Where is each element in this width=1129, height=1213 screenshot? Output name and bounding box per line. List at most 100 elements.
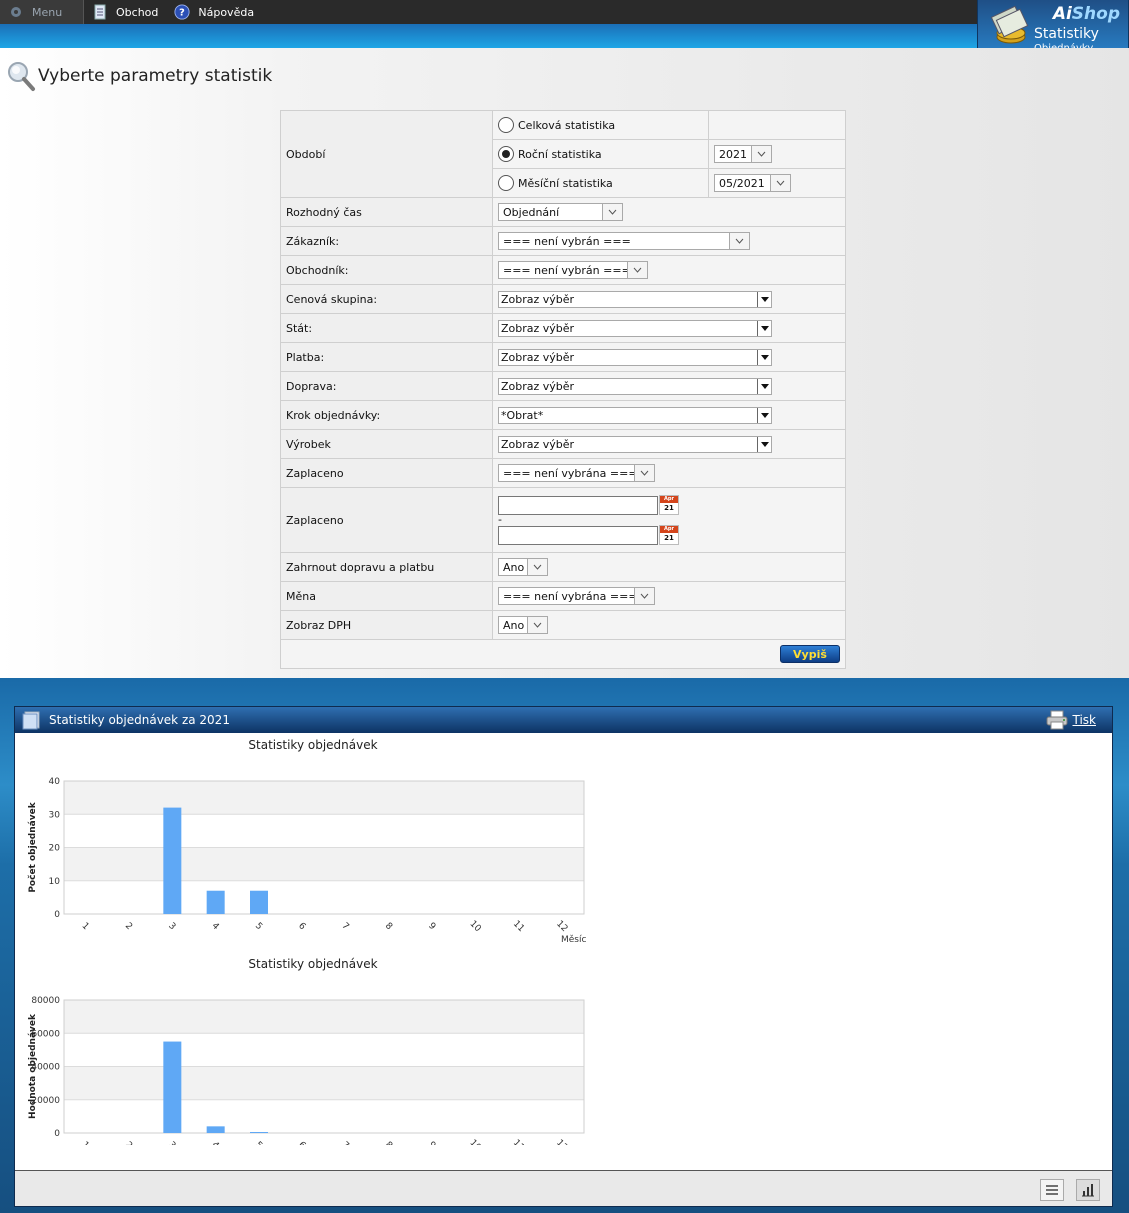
x-tick-label: 8 [383, 1140, 394, 1145]
decisive-time-select[interactable]: Objednání [498, 203, 623, 221]
product-value: Zobraz výběr [501, 437, 575, 451]
country-select[interactable]: Zobraz výběr [498, 319, 772, 337]
currency-select[interactable]: === není vybrána === [498, 587, 655, 605]
list-view-button[interactable] [1040, 1179, 1064, 1201]
y-tick-label: 40 [49, 777, 61, 787]
bar [250, 890, 268, 914]
product-cell: Zobraz výběr [492, 429, 846, 459]
vat-select[interactable]: Ano [498, 616, 548, 634]
payment-value: Zobraz výběr [501, 350, 575, 364]
x-tick-label: 10 [467, 919, 482, 934]
customer-value: === není vybrán === [503, 234, 631, 248]
triangle-down-icon [757, 436, 771, 452]
radio-month-cell: Měsíční statistika [492, 168, 709, 198]
print-link[interactable]: Tisk [1045, 710, 1097, 730]
product-label: Výrobek [280, 429, 493, 459]
chart-band [64, 1000, 584, 1034]
x-tick-label: 7 [340, 921, 351, 932]
brand-title: Statistiky [1034, 26, 1099, 42]
month-select[interactable]: 05/2021 [714, 174, 791, 192]
triangle-down-icon [757, 320, 771, 336]
shop-menu-item[interactable]: Obchod [84, 0, 166, 24]
period-label: Období [280, 110, 493, 198]
price-group-value: Zobraz výběr [501, 292, 575, 306]
radio-total[interactable]: Celková statistika [498, 111, 703, 139]
decisive-time-value: Objednání [503, 205, 560, 219]
chevron-down-icon [602, 204, 622, 220]
chevron-down-icon [627, 262, 647, 278]
price-group-cell: Zobraz výběr [492, 284, 846, 314]
panel-title: Statistiky objednávek za 2021 [49, 713, 230, 727]
y-axis-label: Počet objednávek [27, 801, 38, 892]
shipping-select[interactable]: Zobraz výběr [498, 377, 772, 395]
x-tick-label: 10 [467, 1138, 482, 1145]
x-tick-label: 6 [296, 921, 307, 932]
order-step-value: *Obrat* [501, 408, 544, 422]
radio-year[interactable]: Roční statistika [498, 140, 703, 168]
x-tick-label: 5 [253, 921, 264, 932]
paid-label: Zaplaceno [280, 458, 493, 488]
bar [250, 1132, 268, 1133]
chart-area: Statistiky objednávek 0 10 20 30 40 1 2 3 4 5 6 7 8 9 1… [15, 733, 1112, 1164]
svg-text:?: ? [180, 8, 186, 19]
payment-label: Platba: [280, 342, 493, 372]
panel-header: Statistiky objednávek za 2021 Tisk [15, 707, 1112, 733]
radio-year-button[interactable] [498, 146, 514, 162]
radio-month[interactable]: Měsíční statistika [498, 169, 703, 197]
money-icon [990, 5, 1029, 44]
order-step-cell: *Obrat* [492, 400, 846, 430]
chart-view-button[interactable] [1076, 1179, 1100, 1201]
stats-panel: Statistiky objednávek za 2021 Tisk Stati… [14, 706, 1113, 1207]
y-tick-label: 30 [49, 810, 61, 820]
chevron-down-icon [634, 465, 654, 481]
y-tick-label: 10 [49, 877, 61, 887]
shipping-cell: Zobraz výběr [492, 371, 846, 401]
include-shipping-select[interactable]: Ano [498, 558, 548, 576]
radio-total-cell: Celková statistika [492, 110, 709, 140]
help-menu-item[interactable]: ? Nápověda [166, 0, 262, 24]
date-to-input[interactable] [498, 525, 658, 545]
paid-cell: === není vybrána === [492, 458, 846, 488]
date-from-input[interactable] [498, 495, 658, 515]
triangle-down-icon [757, 349, 771, 365]
decisive-time-label: Rozhodný čas [280, 197, 493, 227]
x-tick-label: 8 [383, 921, 394, 932]
help-icon: ? [174, 4, 190, 20]
calendar-icon[interactable]: Apr 21 [659, 525, 679, 545]
calendar-icon[interactable]: Apr 21 [659, 495, 679, 515]
currency-value: === není vybrána === [503, 589, 638, 603]
empty-cell [708, 110, 846, 140]
price-group-select[interactable]: Zobraz výběr [498, 290, 772, 308]
payment-select[interactable]: Zobraz výběr [498, 348, 772, 366]
y-tick-label: 20 [49, 844, 61, 854]
menu-button[interactable]: Menu [0, 0, 84, 24]
include-shipping-value: Ano [503, 560, 525, 574]
results-area: Statistiky objednávek za 2021 Tisk Stati… [0, 678, 1129, 1213]
print-label: Tisk [1072, 713, 1097, 727]
document-stack-icon [22, 711, 40, 730]
triangle-down-icon [757, 291, 771, 307]
product-select[interactable]: Zobraz výběr [498, 435, 772, 453]
x-tick-label: 9 [426, 1140, 437, 1145]
page-heading: Vyberte parametry statistik [6, 60, 272, 92]
x-tick-label: 3 [166, 1140, 177, 1145]
year-select[interactable]: 2021 [714, 145, 772, 163]
date-from-row: Apr 21 [498, 495, 840, 515]
radio-total-button[interactable] [498, 117, 514, 133]
paid-select[interactable]: === není vybrána === [498, 464, 655, 482]
x-tick-label: 11 [511, 1138, 526, 1145]
date-separator: - [498, 513, 502, 526]
submit-button[interactable]: Vypiš [780, 645, 840, 663]
bar [163, 1041, 182, 1133]
triangle-down-icon [757, 378, 771, 394]
calendar-day: 21 [664, 504, 674, 512]
year-select-value: 2021 [719, 147, 747, 161]
salesman-select[interactable]: === není vybrán === [498, 261, 648, 279]
chart-band [64, 847, 584, 881]
order-step-select[interactable]: *Obrat* [498, 406, 772, 424]
paid-date-label: Zaplaceno [280, 487, 493, 553]
charts-svg: Statistiky objednávek0102030401 2 3 4 5 6 7 8 9 1… [27, 738, 586, 1164]
chevron-down-icon [634, 588, 654, 604]
customer-select[interactable]: === není vybrán === [498, 232, 750, 250]
radio-month-button[interactable] [498, 175, 514, 191]
